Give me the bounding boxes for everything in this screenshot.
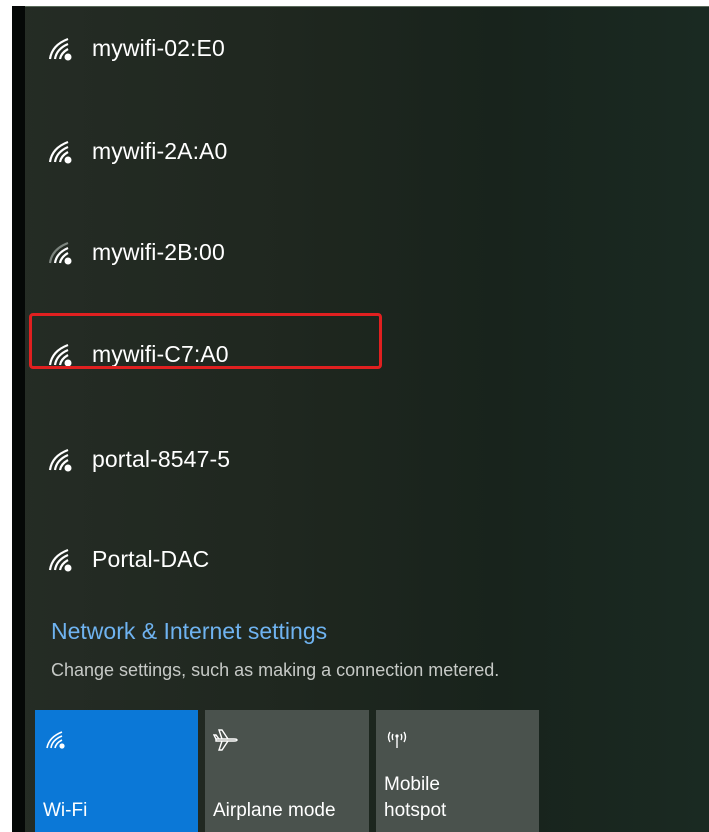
wifi-signal-icon bbox=[44, 442, 78, 476]
settings-description: Change settings, such as making a connec… bbox=[51, 660, 500, 680]
network-internet-settings-link[interactable]: Network & Internet settings bbox=[51, 618, 327, 645]
mobile-hotspot-tile[interactable]: Mobile hotspot bbox=[376, 710, 539, 832]
mobile-hotspot-icon bbox=[384, 726, 410, 752]
airplane-icon bbox=[213, 726, 239, 752]
airplane-mode-tile[interactable]: Airplane mode bbox=[205, 710, 369, 832]
wifi-signal-icon bbox=[44, 134, 78, 168]
hotspot-label-line2: hotspot bbox=[384, 800, 447, 821]
hotspot-tile-label: Mobile hotspot bbox=[384, 772, 446, 824]
hotspot-label-line1: Mobile bbox=[384, 774, 440, 795]
selection-highlight bbox=[29, 313, 382, 369]
wifi-signal-icon bbox=[44, 31, 78, 65]
wifi-tile-label: Wi-Fi bbox=[43, 800, 88, 821]
wifi-signal-icon bbox=[44, 542, 78, 576]
airplane-tile-label: Airplane mode bbox=[213, 800, 336, 821]
network-flyout bbox=[12, 6, 709, 832]
flyout-left-edge bbox=[12, 6, 25, 832]
network-name: portal-8547-5 bbox=[92, 445, 231, 472]
network-item-mywifi-2b-00[interactable]: mywifi-2B:00 bbox=[44, 232, 225, 272]
network-name: mywifi-2A:A0 bbox=[92, 137, 228, 164]
network-name: mywifi-02:E0 bbox=[92, 34, 225, 61]
wifi-signal-medium-icon bbox=[44, 235, 78, 269]
wifi-toggle-tile[interactable]: Wi-Fi bbox=[35, 710, 198, 832]
network-item-mywifi-02-e0[interactable]: mywifi-02:E0 bbox=[44, 28, 225, 68]
wifi-icon bbox=[43, 726, 69, 752]
network-item-portal-dac[interactable]: Portal-DAC bbox=[44, 539, 209, 579]
network-name: mywifi-2B:00 bbox=[92, 238, 225, 265]
network-item-mywifi-2a-a0[interactable]: mywifi-2A:A0 bbox=[44, 131, 227, 171]
network-name: Portal-DAC bbox=[92, 545, 210, 572]
network-item-portal-8547-5[interactable]: portal-8547-5 bbox=[44, 439, 230, 479]
